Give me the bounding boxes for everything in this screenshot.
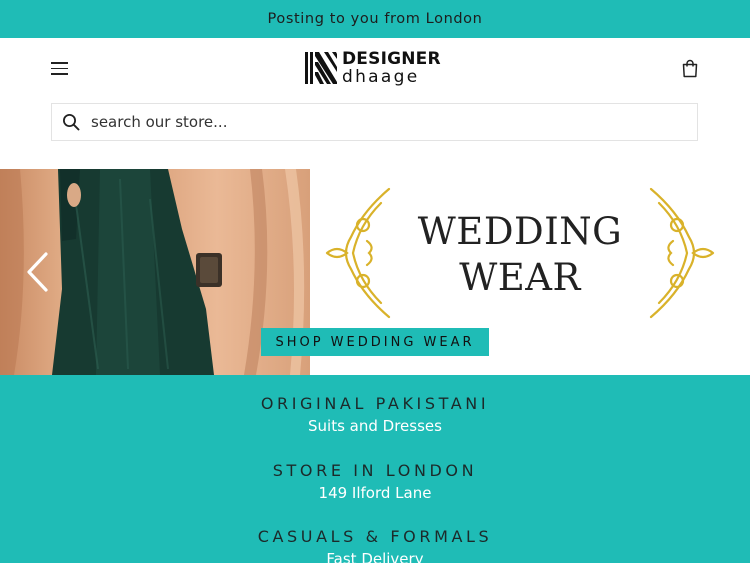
search-input[interactable] [91,113,651,131]
feature-item: CASUALS & FORMALS Fast Delivery [0,527,750,563]
announcement-text: Posting to you from London [267,11,483,27]
feature-subtitle: Fast Delivery [326,550,424,563]
hero-headline-line1: WEDDING [417,210,623,253]
search-icon[interactable] [62,113,80,131]
hero-banner: WEDDING WEAR SHOP WEDDING WEAR [0,169,750,375]
cart-icon[interactable] [681,59,699,78]
shop-wedding-wear-button[interactable]: SHOP WEDDING WEAR [261,328,489,356]
announcement-bar: Posting to you from London [0,0,750,38]
feature-item: STORE IN LONDON 149 Ilford Lane [0,461,750,502]
hero-headline-line2: WEAR [459,256,581,299]
logo-text-bottom: dhaage [342,67,420,87]
chevron-left-icon[interactable] [24,251,52,293]
site-header: DESIGNER dhaage [0,38,750,101]
hero-headline: WEDDING WEAR [400,209,640,301]
feature-title: ORIGINAL PAKISTANI [260,394,490,413]
logo-mark-icon [305,52,337,84]
features-section: ORIGINAL PAKISTANI Suits and Dresses STO… [0,375,750,563]
right-ornament-icon [649,187,715,319]
left-ornament-icon [325,187,391,319]
logo-text-top: DESIGNER [342,49,441,69]
feature-subtitle: 149 Ilford Lane [318,484,432,502]
shop-wedding-wear-label: SHOP WEDDING WEAR [275,334,475,350]
menu-icon[interactable] [51,60,69,76]
site-logo[interactable]: DESIGNER dhaage [304,50,449,92]
feature-title: STORE IN LONDON [272,461,478,480]
feature-item: ORIGINAL PAKISTANI Suits and Dresses [0,394,750,435]
search-bar [51,103,698,141]
feature-title: CASUALS & FORMALS [257,527,493,546]
feature-subtitle: Suits and Dresses [308,417,442,435]
